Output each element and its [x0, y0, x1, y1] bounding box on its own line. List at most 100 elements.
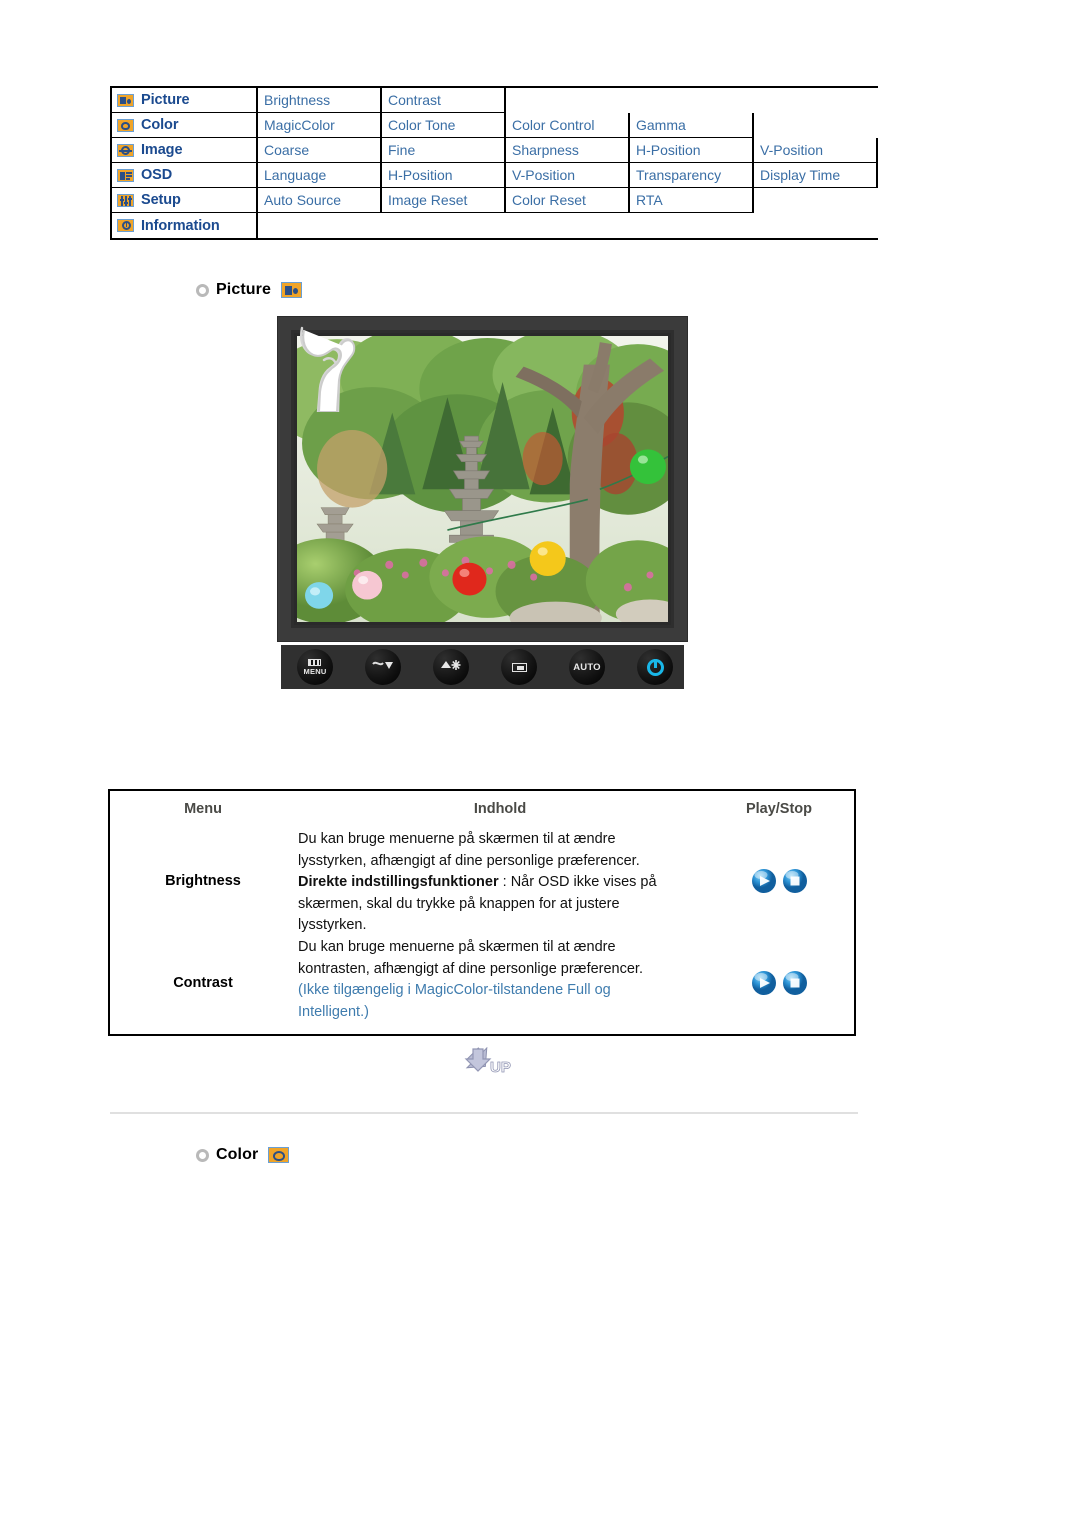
setup-icon: [117, 193, 134, 207]
osd-menu-row: Picture Brightness Contrast: [110, 88, 878, 113]
brightness-button[interactable]: [433, 649, 469, 685]
bullet-ring-icon: [196, 1148, 209, 1162]
osd-menu-row: OSD Language H-Position V-Position Trans…: [110, 163, 878, 188]
source-down-icon: [372, 658, 394, 677]
play-orb-icon[interactable]: [751, 970, 777, 996]
content-emphasis: Direkte indstillingsfunktioner: [298, 874, 499, 890]
bullet-ring-icon: [196, 283, 209, 297]
osd-item-sharpness[interactable]: Sharpness: [506, 138, 630, 163]
osd-category-setup[interactable]: Setup: [110, 188, 258, 213]
osd-category-label: OSD: [141, 167, 173, 183]
osd-item-transparency[interactable]: Transparency: [630, 163, 754, 188]
stop-orb-icon[interactable]: [782, 970, 808, 996]
information-icon: [117, 219, 134, 232]
osd-item-magiccolor[interactable]: MagicColor: [258, 113, 382, 138]
header-menu: Menu: [184, 801, 222, 817]
osd-item-brightness[interactable]: Brightness: [258, 88, 382, 113]
power-button[interactable]: [637, 649, 673, 685]
row-icons-contrast: [704, 935, 854, 1030]
osd-item-rta[interactable]: RTA: [630, 188, 754, 213]
menu-button-label: MENU: [303, 666, 327, 676]
description-table-header: Menu Indhold Play/Stop: [110, 791, 854, 827]
play-orb-icon[interactable]: [751, 868, 777, 894]
osd-row-filler: [506, 88, 878, 113]
osd-category-osd[interactable]: OSD: [110, 163, 258, 188]
osd-icon: [117, 168, 134, 182]
osd-menu-row: Setup Auto Source Image Reset Color Rese…: [110, 188, 878, 213]
osd-row-filler: [754, 113, 878, 138]
osd-item-gamma[interactable]: Gamma: [630, 113, 754, 138]
osd-category-label: Picture: [141, 92, 190, 108]
osd-item-color-reset[interactable]: Color Reset: [506, 188, 630, 213]
picture-section-heading: Picture: [196, 281, 302, 299]
osd-menu-table: Picture Brightness Contrast Color MagicC…: [110, 86, 878, 240]
osd-row-filler: [754, 188, 878, 213]
osd-category-color[interactable]: Color: [110, 113, 258, 138]
osd-item-display-time[interactable]: Display Time: [754, 163, 878, 188]
content-line-note: (Ikke tilgængelig i MagicColor-tilstande…: [298, 982, 611, 998]
header-indhold: Indhold: [473, 801, 527, 817]
stop-orb-icon[interactable]: [782, 868, 808, 894]
garden-photo: [297, 336, 668, 622]
content-line: : Når OSD ikke vises på: [498, 874, 657, 890]
osd-item-h-position[interactable]: H-Position: [382, 163, 506, 188]
section-title: Picture: [216, 281, 271, 298]
section-divider: [110, 1112, 858, 1114]
up-button[interactable]: UP: [459, 1046, 515, 1079]
picture-icon: [117, 93, 134, 107]
row-content-contrast: Du kan bruge menuerne på skærmen til at …: [296, 935, 704, 1030]
osd-category-label: Setup: [141, 192, 181, 208]
osd-menu-row: Image Coarse Fine Sharpness H-Position V…: [110, 138, 878, 163]
menu-button[interactable]: MENU: [297, 649, 333, 685]
power-icon: [646, 658, 664, 676]
osd-item-fine[interactable]: Fine: [382, 138, 506, 163]
content-line: Du kan bruge menuerne på skærmen til at …: [298, 831, 616, 847]
color-icon: [117, 118, 134, 132]
source-down-button[interactable]: [365, 649, 401, 685]
image-icon: [117, 143, 134, 157]
table-row: Brightness Du kan bruge menuerne på skær…: [110, 827, 854, 935]
menu-bars-icon: [308, 658, 322, 666]
description-table: Menu Indhold Play/Stop Brightness Du kan…: [108, 789, 856, 1036]
row-icons-brightness: [704, 827, 854, 935]
color-section-heading: Color: [196, 1146, 290, 1164]
osd-item-v-position[interactable]: V-Position: [754, 138, 878, 163]
auto-button-label: AUTO: [573, 661, 601, 673]
osd-item-contrast[interactable]: Contrast: [382, 88, 506, 113]
osd-category-label: Information: [141, 217, 220, 234]
content-line: lysstyrken, afhængigt af dine personlige…: [298, 852, 640, 869]
auto-button[interactable]: AUTO: [569, 649, 605, 685]
osd-item-image-reset[interactable]: Image Reset: [382, 188, 506, 213]
up-button-label: UP: [490, 1059, 511, 1076]
osd-category-label: Image: [141, 142, 183, 158]
color-icon: [268, 1147, 290, 1163]
osd-item-language[interactable]: Language: [258, 163, 382, 188]
row-label-contrast: Contrast: [173, 974, 233, 991]
osd-category-image[interactable]: Image: [110, 138, 258, 163]
osd-item-v-position[interactable]: V-Position: [506, 163, 630, 188]
osd-item-h-position[interactable]: H-Position: [630, 138, 754, 163]
content-line: lysstyrken.: [298, 917, 367, 933]
picture-icon: [280, 282, 302, 298]
osd-row-filler: [258, 213, 878, 238]
osd-category-picture[interactable]: Picture: [110, 88, 258, 113]
osd-category-information[interactable]: Information: [110, 213, 258, 238]
osd-item-color-tone[interactable]: Color Tone: [382, 113, 506, 138]
content-line: skærmen, skal du trykke på knappen for a…: [298, 895, 620, 912]
row-content-brightness: Du kan bruge menuerne på skærmen til at …: [296, 827, 704, 935]
osd-category-label: Color: [141, 117, 179, 133]
enter-button[interactable]: [501, 649, 537, 685]
monitor-illustration: MENU AUTO: [277, 316, 688, 694]
osd-item-auto-source[interactable]: Auto Source: [258, 188, 382, 213]
content-line-note: Intelligent.): [298, 1003, 369, 1020]
table-row: Contrast Du kan bruge menuerne på skærme…: [110, 935, 854, 1030]
monitor-bezel-inner: [291, 330, 674, 628]
monitor-bezel: [277, 316, 688, 642]
enter-icon: [511, 662, 527, 672]
row-label-brightness: Brightness: [165, 873, 241, 889]
osd-item-coarse[interactable]: Coarse: [258, 138, 382, 163]
monitor-control-bar: MENU AUTO: [281, 645, 684, 689]
content-line: Du kan bruge menuerne på skærmen til at …: [298, 939, 616, 955]
up-arrow-icon[interactable]: UP: [459, 1046, 515, 1079]
osd-item-color-control[interactable]: Color Control: [506, 113, 630, 138]
